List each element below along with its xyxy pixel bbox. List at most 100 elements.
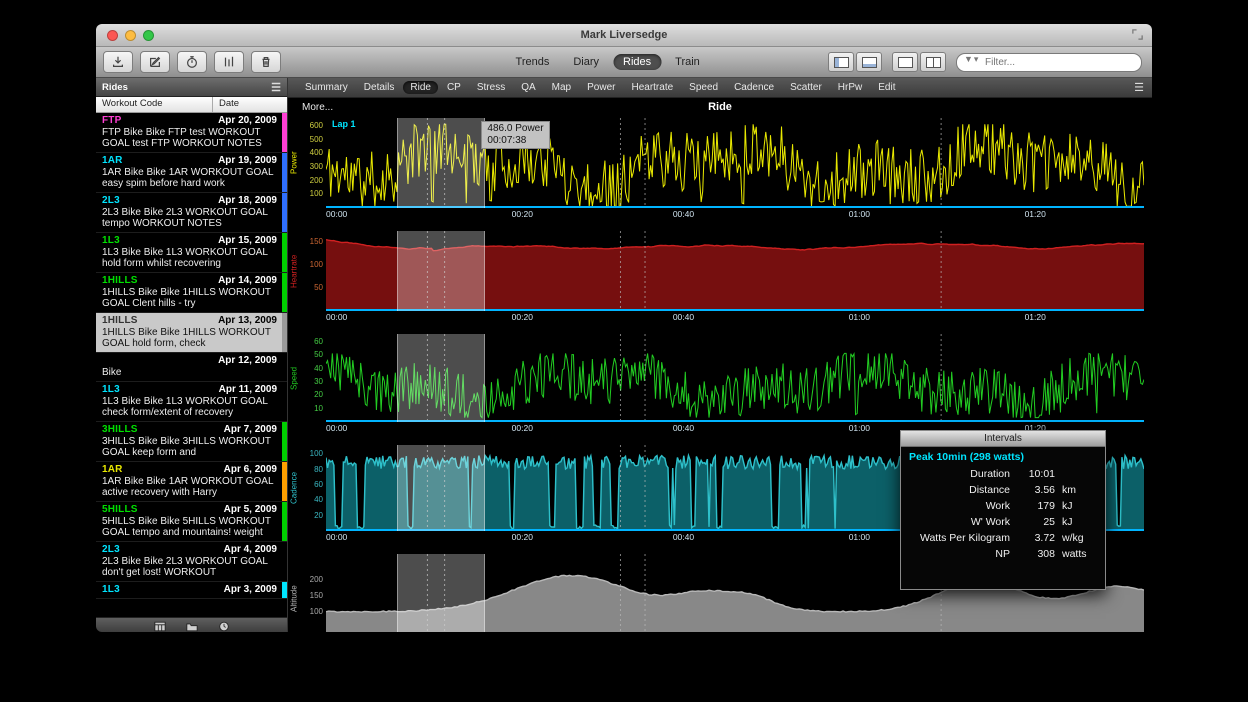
chart-menu-icon[interactable]: ☰	[1134, 81, 1152, 94]
delete-ride-button[interactable]	[251, 51, 281, 73]
ride-list-header: Workout Code Date	[96, 97, 287, 113]
xtick: 00:20	[512, 532, 533, 542]
chart-tab-summary[interactable]: Summary	[298, 81, 355, 94]
ride-item-header: 1L3Apr 15, 2009	[102, 235, 277, 246]
toolbar-tab-rides[interactable]: Rides	[613, 54, 661, 70]
manual-entry-button[interactable]	[140, 51, 170, 73]
stat-unit: kJ	[1055, 498, 1097, 514]
chart-tab-edit[interactable]: Edit	[871, 81, 902, 94]
ride-date: Apr 19, 2009	[218, 155, 277, 166]
ride-list-item[interactable]: 1ARApr 19, 20091AR Bike Bike 1AR WORKOUT…	[96, 153, 287, 193]
ride-item-header: 1L3Apr 3, 2009	[102, 584, 277, 595]
yticks-altitude: 200150100	[300, 554, 326, 632]
ytick: 100	[310, 260, 323, 269]
filter-funnel-icon[interactable]: ▼▾	[964, 54, 979, 65]
xtick: 01:20	[1025, 209, 1046, 219]
chart-tab-speed[interactable]: Speed	[682, 81, 725, 94]
axis-label-power: Power	[288, 118, 300, 208]
ride-item-header: 3HILLSApr 7, 2009	[102, 424, 277, 435]
yticks-power: 600500400300200100	[300, 118, 326, 208]
sidebar-header: Rides ☰	[96, 78, 287, 97]
ytick: 500	[310, 135, 323, 144]
calendar-icon[interactable]	[154, 621, 166, 632]
xtick: 00:40	[673, 423, 694, 433]
ytick: 100	[310, 189, 323, 198]
toolbar-tab-train[interactable]: Train	[665, 54, 710, 70]
stopwatch-button[interactable]	[177, 51, 207, 73]
ride-list-item[interactable]: 2L3Apr 4, 20092L3 Bike Bike 2L3 WORKOUT …	[96, 542, 287, 582]
ride-date: Apr 14, 2009	[218, 275, 277, 286]
fullscreen-icon[interactable]	[1131, 28, 1144, 41]
chart-tab-scatter[interactable]: Scatter	[783, 81, 829, 94]
chart-row-power: Power600500400300200100Lap 1486.0 Power0…	[288, 118, 1152, 208]
sidebar-title: Rides	[102, 82, 128, 93]
ride-list-item[interactable]: 1ARApr 6, 20091AR Bike Bike 1AR WORKOUT …	[96, 462, 287, 502]
folder-icon[interactable]	[186, 621, 198, 632]
chart-tab-heartrate[interactable]: Heartrate	[624, 81, 680, 94]
ride-list-item[interactable]: 3HILLSApr 7, 20093HILLS Bike Bike 3HILLS…	[96, 422, 287, 462]
ride-code: 1HILLS	[102, 315, 138, 326]
stat-value: 10:01	[1017, 466, 1055, 482]
chart-tab-cadence[interactable]: Cadence	[727, 81, 781, 94]
column-date[interactable]: Date	[213, 97, 287, 112]
chart-tab-stress[interactable]: Stress	[470, 81, 512, 94]
intervals-tool-button[interactable]	[214, 51, 244, 73]
chart-tab-qa[interactable]: QA	[514, 81, 542, 94]
ride-list-item[interactable]: 1HILLS Apr 14, 20091HILLS Bike Bike 1HILL…	[96, 273, 287, 313]
ride-list-item[interactable]: 5HILLSApr 5, 20095HILLS Bike Bike 5HILLS…	[96, 502, 287, 542]
ride-list-item[interactable]: Apr 12, 2009Bike	[96, 353, 287, 382]
ride-list-item[interactable]: 1L3Apr 11, 20091L3 Bike Bike 1L3 WORKOUT…	[96, 382, 287, 422]
stat-label: NP	[909, 546, 1017, 562]
chart-tab-ride[interactable]: Ride	[403, 81, 438, 94]
ride-description: 1L3 Bike Bike 1L3 WORKOUT GOAL hold form…	[102, 247, 277, 269]
ride-list-item[interactable]: FTPApr 20, 2009FTP Bike Bike FTP test WO…	[96, 113, 287, 153]
ytick: 60	[314, 480, 323, 489]
lowbar-layout-icon	[862, 57, 877, 68]
ride-code: 1L3	[102, 235, 120, 246]
ytick: 60	[314, 337, 323, 346]
intervals-popup-title[interactable]: Intervals	[901, 431, 1105, 447]
ride-list-item[interactable]: 2L3Apr 18, 20092L3 Bike Bike 2L3 WORKOUT…	[96, 193, 287, 233]
xaxis-heartrate: 00:0000:2000:4001:0001:20	[288, 311, 1152, 324]
stat-unit	[1055, 466, 1097, 482]
chart-plot-heartrate[interactable]	[326, 231, 1144, 311]
filter-input[interactable]	[956, 53, 1142, 72]
chart-tab-map[interactable]: Map	[545, 81, 578, 94]
chart-tab-cp[interactable]: CP	[440, 81, 468, 94]
toolbar-tab-diary[interactable]: Diary	[563, 54, 609, 70]
toolbar-tab-trends[interactable]: Trends	[506, 54, 560, 70]
xtick: 00:40	[673, 209, 694, 219]
ride-code: 1HILLS	[102, 275, 138, 286]
ride-item-header: 2L3Apr 4, 2009	[102, 544, 277, 555]
ride-description: 1AR Bike Bike 1AR WORKOUT GOAL easy spim…	[102, 167, 277, 189]
stat-label: Duration	[909, 466, 1017, 482]
ride-description: 1HILLS Bike Bike 1HILLS WORKOUT GOAL Cle…	[102, 287, 277, 309]
sidebar-menu-icon[interactable]: ☰	[271, 81, 281, 94]
chart-plot-speed[interactable]	[326, 334, 1144, 422]
stat-unit: kJ	[1055, 514, 1097, 530]
ride-description: 5HILLS Bike Bike 5HILLS WORKOUT GOAL tem…	[102, 516, 277, 538]
ride-date: Apr 3, 2009	[224, 584, 277, 595]
chart-plot-power[interactable]: Lap 1486.0 Power00:07:38	[326, 118, 1144, 208]
stat-label: Distance	[909, 482, 1017, 498]
tiled-view-button[interactable]	[920, 52, 946, 72]
ride-list-item[interactable]: 1HILLSApr 13, 20091HILLS Bike Bike 1HILL…	[96, 313, 287, 353]
column-workout-code[interactable]: Workout Code	[96, 97, 213, 112]
lowbar-toggle-button[interactable]	[856, 52, 882, 72]
sidebar-toggle-button[interactable]	[828, 52, 854, 72]
xtick: 01:00	[849, 423, 870, 433]
chart-tab-hrpw[interactable]: HrPw	[831, 81, 869, 94]
clock-icon[interactable]	[218, 621, 230, 632]
tooltip-time: 00:07:38	[487, 135, 543, 147]
chart-tab-details[interactable]: Details	[357, 81, 402, 94]
single-view-button[interactable]	[892, 52, 918, 72]
ride-list-item[interactable]: 1L3Apr 15, 20091L3 Bike Bike 1L3 WORKOUT…	[96, 233, 287, 273]
ride-color-stripe	[282, 462, 287, 501]
download-ride-button[interactable]	[103, 51, 133, 73]
ride-description: 3HILLS Bike Bike 3HILLS WORKOUT GOAL kee…	[102, 436, 277, 458]
toolbar-tabs: TrendsDiaryRidesTrain	[506, 54, 710, 70]
interval-heading[interactable]: Peak 10min (298 watts)	[909, 451, 1097, 463]
chart-tab-power[interactable]: Power	[580, 81, 622, 94]
ride-color-stripe	[282, 113, 287, 152]
ride-list-item[interactable]: 1L3Apr 3, 2009	[96, 582, 287, 599]
